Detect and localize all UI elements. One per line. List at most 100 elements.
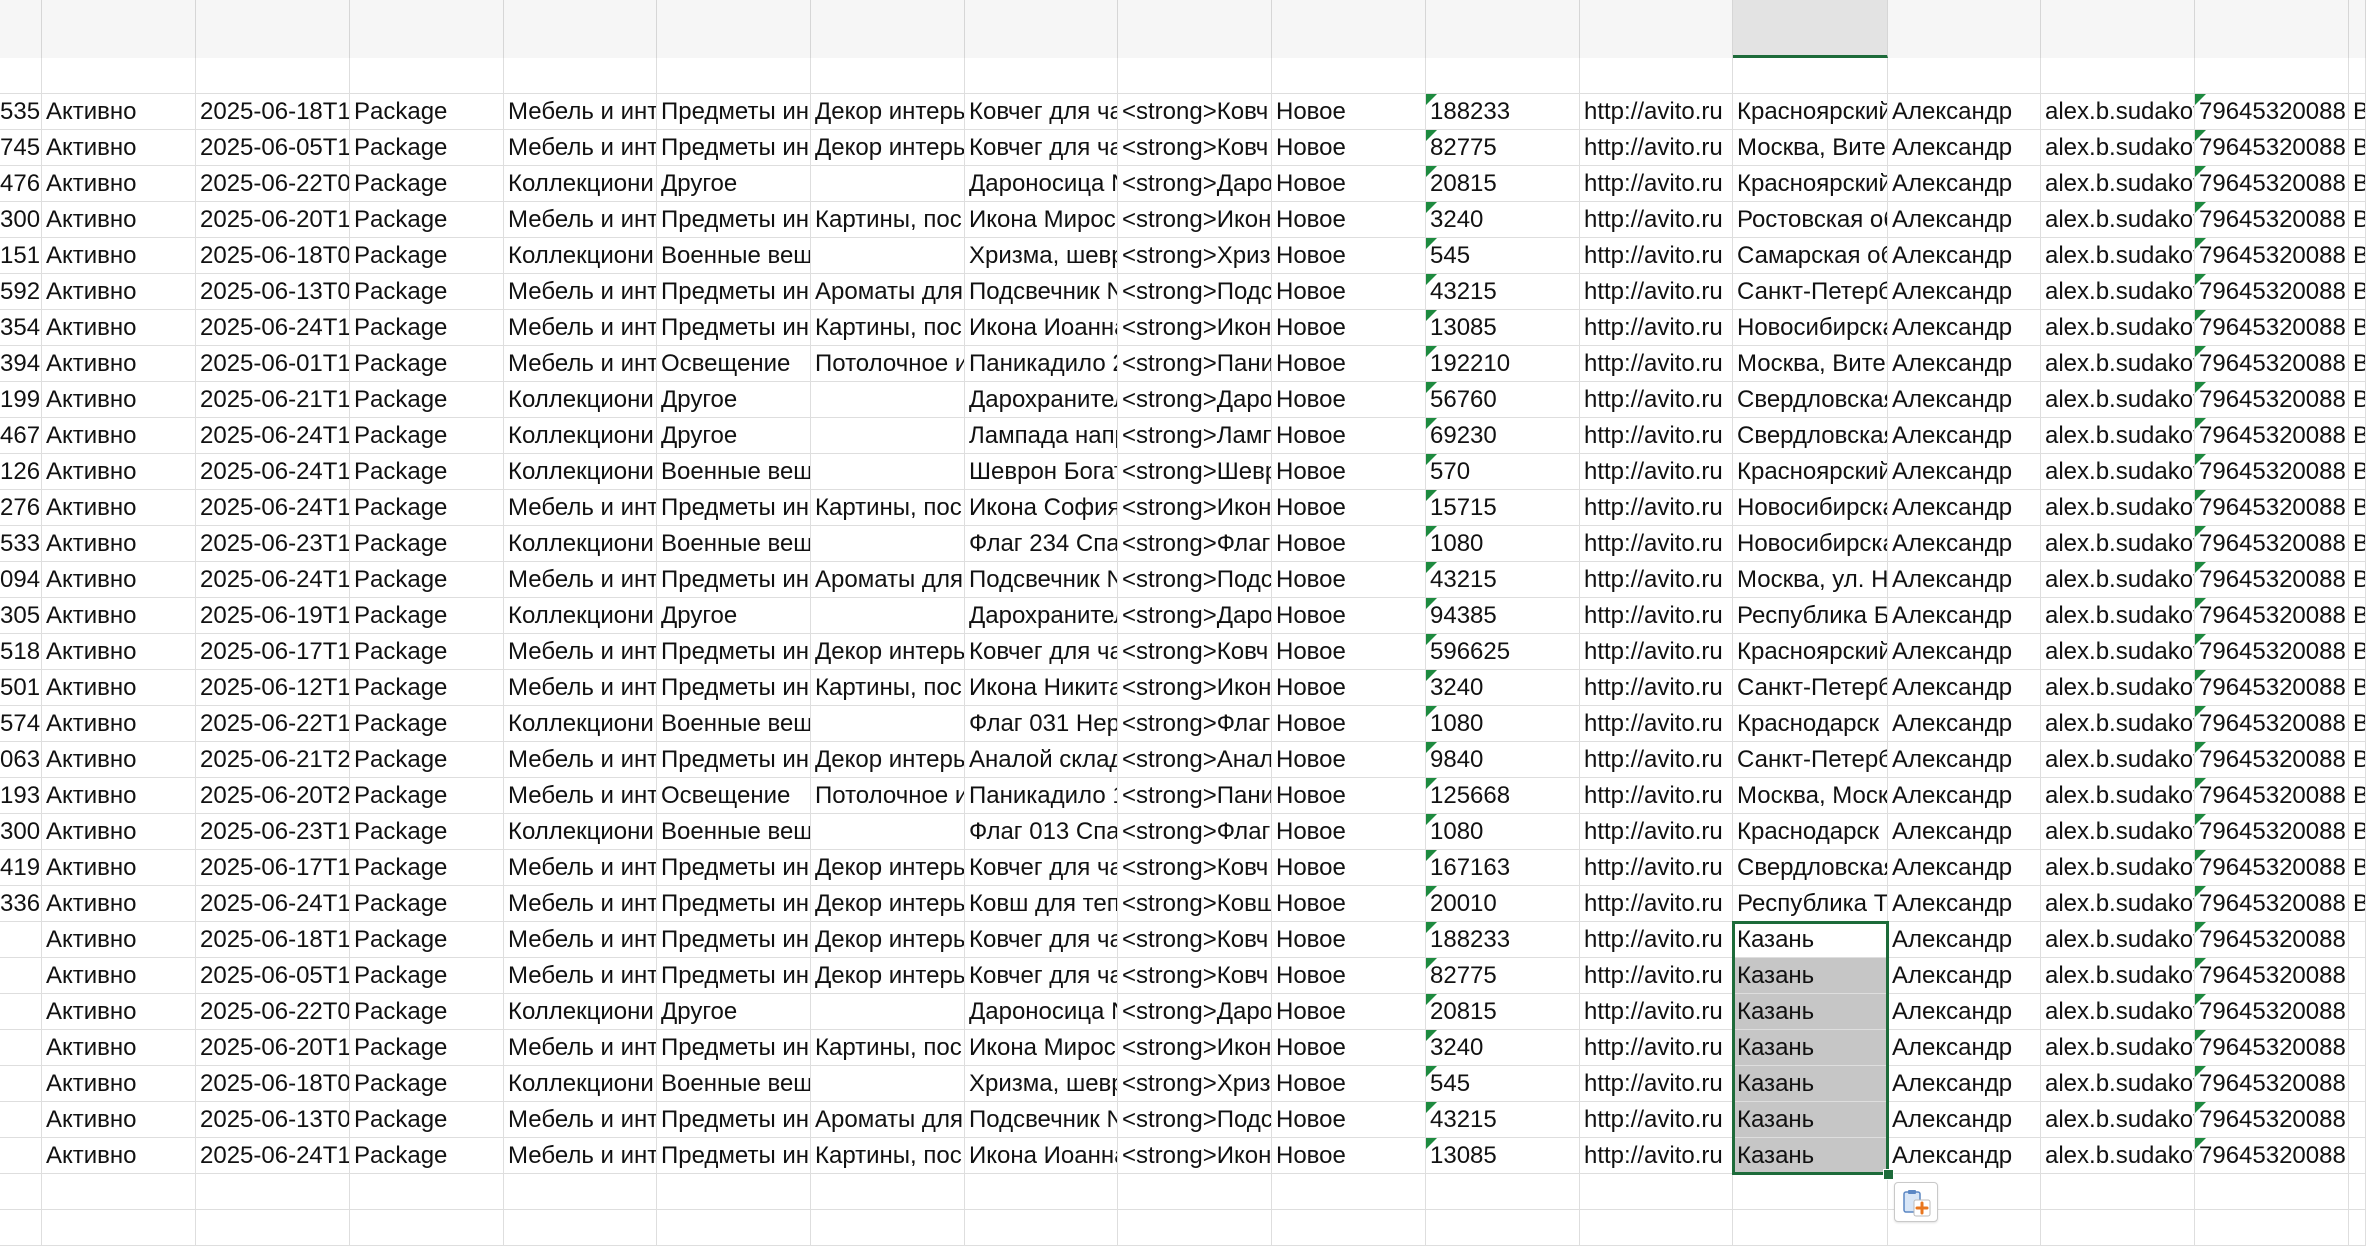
cell-x-23[interactable]: В [2349, 850, 2366, 885]
cell-f-22[interactable]: Коллекциони [504, 814, 657, 849]
cell-p-17[interactable]: alex.b.sudakov [2041, 634, 2195, 669]
column-letter-o[interactable] [1888, 0, 2041, 58]
cell-h-19[interactable] [811, 706, 965, 741]
cell-x-26[interactable] [2349, 958, 2366, 993]
cell-k-29[interactable]: Новое [1272, 1066, 1426, 1101]
cell-e-2[interactable]: Package [350, 94, 504, 129]
cell-g-4[interactable]: Другое [657, 166, 811, 201]
cell-x-6[interactable]: В [2349, 238, 2366, 273]
cell-l-15[interactable]: 43215 [1426, 562, 1580, 597]
cell-p-31[interactable]: alex.b.sudakov [2041, 1138, 2195, 1173]
cell-n-4[interactable]: Красноярский [1733, 166, 1888, 201]
cell-x-14[interactable]: 533 [0, 526, 42, 561]
cell-f-25[interactable]: Мебель и инт [504, 922, 657, 957]
cell-x-29[interactable] [2349, 1066, 2366, 1101]
cell-x-22[interactable]: 300 [0, 814, 42, 849]
cell-h-31[interactable]: Картины, пос [811, 1138, 965, 1173]
field-header-avitodateend[interactable] [196, 58, 350, 93]
cell-k-24[interactable]: Новое [1272, 886, 1426, 921]
cell-m-10[interactable]: http://avito.ru [1580, 382, 1733, 417]
cell-h-25[interactable]: Декор интерь [811, 922, 965, 957]
cell-h-26[interactable]: Декор интерь [811, 958, 965, 993]
cell-m-27[interactable]: http://avito.ru [1580, 994, 1733, 1029]
cell-f-27[interactable]: Коллекциони [504, 994, 657, 1029]
cell-n-7[interactable]: Санкт-Петерб [1733, 274, 1888, 309]
cell-i-27[interactable]: Дароносица N [965, 994, 1118, 1029]
cell-l-4[interactable]: 20815 [1426, 166, 1580, 201]
cell-l-16[interactable]: 94385 [1426, 598, 1580, 633]
cell-c-22[interactable]: Активно [42, 814, 196, 849]
cell-p-7[interactable]: alex.b.sudakov [2041, 274, 2195, 309]
cell-n-21[interactable]: Москва, Моск [1733, 778, 1888, 813]
cell-c-23[interactable]: Активно [42, 850, 196, 885]
cell-m-16[interactable]: http://avito.ru [1580, 598, 1733, 633]
cell-o-9[interactable]: Александр [1888, 346, 2041, 381]
cell-f-21[interactable]: Мебель и инт [504, 778, 657, 813]
cell-m-18[interactable]: http://avito.ru [1580, 670, 1733, 705]
cell-e-28[interactable]: Package [350, 1030, 504, 1065]
cell-j-26[interactable]: <strong>Ковч [1118, 958, 1272, 993]
cell-x-29[interactable] [0, 1066, 42, 1101]
cell-f-32[interactable] [504, 1174, 657, 1209]
cell-l-11[interactable]: 69230 [1426, 418, 1580, 453]
cell-p-4[interactable]: alex.b.sudakov [2041, 166, 2195, 201]
cell-x-24[interactable]: В [2349, 886, 2366, 921]
cell-q-27[interactable]: 79645320088 [2195, 994, 2349, 1029]
cell-l-19[interactable]: 1080 [1426, 706, 1580, 741]
cell-k-15[interactable]: Новое [1272, 562, 1426, 597]
cell-n-3[interactable]: Москва, Витеб [1733, 130, 1888, 165]
cell-l-21[interactable]: 125668 [1426, 778, 1580, 813]
column-letter-blank-16[interactable] [2349, 0, 2366, 58]
cell-p-23[interactable]: alex.b.sudakov [2041, 850, 2195, 885]
cell-n-5[interactable]: Ростовская об [1733, 202, 1888, 237]
cell-i-21[interactable]: Паникадило 1 [965, 778, 1118, 813]
cell-j-6[interactable]: <strong>Хризм [1118, 238, 1272, 273]
field-header-goodssubtype[interactable] [811, 58, 965, 93]
cell-j-30[interactable]: <strong>Подс [1118, 1102, 1272, 1137]
cell-p-5[interactable]: alex.b.sudakov [2041, 202, 2195, 237]
cell-q-9[interactable]: 79645320088 [2195, 346, 2349, 381]
cell-c-3[interactable]: Активно [42, 130, 196, 165]
cell-l-27[interactable]: 20815 [1426, 994, 1580, 1029]
cell-x-3[interactable]: В [2349, 130, 2366, 165]
cell-m-12[interactable]: http://avito.ru [1580, 454, 1733, 489]
cell-f-12[interactable]: Коллекциони [504, 454, 657, 489]
cell-h-4[interactable] [811, 166, 965, 201]
cell-m-17[interactable]: http://avito.ru [1580, 634, 1733, 669]
cell-x-18[interactable]: 501 [0, 670, 42, 705]
cell-e-5[interactable]: Package [350, 202, 504, 237]
cell-n-19[interactable]: Краснодарск [1733, 706, 1888, 741]
cell-l-5[interactable]: 3240 [1426, 202, 1580, 237]
cell-q-14[interactable]: 79645320088 [2195, 526, 2349, 561]
cell-m-21[interactable]: http://avito.ru [1580, 778, 1733, 813]
cell-h-11[interactable] [811, 418, 965, 453]
cell-o-20[interactable]: Александр [1888, 742, 2041, 777]
cell-c-4[interactable]: Активно [42, 166, 196, 201]
cell-q-11[interactable]: 79645320088 [2195, 418, 2349, 453]
cell-h-28[interactable]: Картины, пос [811, 1030, 965, 1065]
column-letter-g[interactable] [657, 0, 811, 58]
cell-i-25[interactable]: Ковчег для ча [965, 922, 1118, 957]
cell-l-18[interactable]: 3240 [1426, 670, 1580, 705]
cell-x-27[interactable] [0, 994, 42, 1029]
cell-i-6[interactable]: Хризма, шевр [965, 238, 1118, 273]
cell-m-28[interactable]: http://avito.ru [1580, 1030, 1733, 1065]
cell-o-10[interactable]: Александр [1888, 382, 2041, 417]
field-header-email[interactable] [2041, 58, 2195, 93]
cell-o-7[interactable]: Александр [1888, 274, 2041, 309]
cell-g-15[interactable]: Предметы ин [657, 562, 811, 597]
cell-p-3[interactable]: alex.b.sudakov [2041, 130, 2195, 165]
cell-c-14[interactable]: Активно [42, 526, 196, 561]
cell-f-9[interactable]: Мебель и инт [504, 346, 657, 381]
cell-j-24[interactable]: <strong>Ковш [1118, 886, 1272, 921]
cell-k-9[interactable]: Новое [1272, 346, 1426, 381]
cell-q-30[interactable]: 79645320088 [2195, 1102, 2349, 1137]
cell-c-28[interactable]: Активно [42, 1030, 196, 1065]
cell-g-21[interactable]: Освещение [657, 778, 811, 813]
cell-x-18[interactable]: В [2349, 670, 2366, 705]
cell-d-14[interactable]: 2025-06-23T1 [196, 526, 350, 561]
cell-x-17[interactable]: В [2349, 634, 2366, 669]
cell-o-16[interactable]: Александр [1888, 598, 2041, 633]
cell-i-30[interactable]: Подсвечник N [965, 1102, 1118, 1137]
cell-f-10[interactable]: Коллекциони [504, 382, 657, 417]
